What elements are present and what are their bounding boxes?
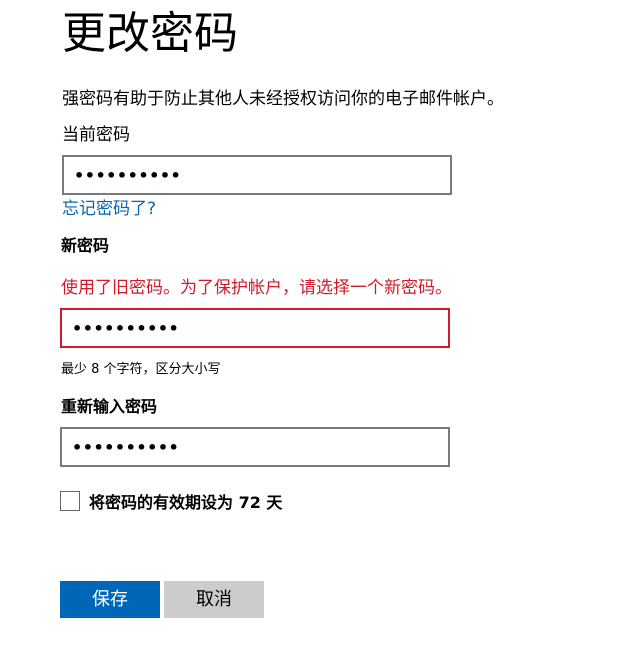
expiry-checkbox-label[interactable]: 将密码的有效期设为 72 天 xyxy=(89,492,282,514)
save-button[interactable]: 保存 xyxy=(60,581,160,618)
forgot-password-link[interactable]: 忘记密码了? xyxy=(62,197,156,221)
cancel-button[interactable]: 取消 xyxy=(164,581,264,618)
password-requirements-hint: 最少 8 个字符，区分大小写 xyxy=(61,362,221,377)
intro-text: 强密码有助于防止其他人未经授权访问你的电子邮件帐户。 xyxy=(62,89,504,109)
current-password-field[interactable] xyxy=(62,155,452,195)
page-title: 更改密码 xyxy=(62,8,238,59)
current-password-label: 当前密码 xyxy=(62,125,130,145)
expiry-checkbox[interactable] xyxy=(60,491,80,511)
reenter-password-field[interactable] xyxy=(60,427,450,467)
new-password-error: 使用了旧密码。为了保护帐户，请选择一个新密码。 xyxy=(61,278,452,298)
new-password-label: 新密码 xyxy=(61,236,110,255)
reenter-password-label: 重新输入密码 xyxy=(61,397,158,416)
new-password-field[interactable] xyxy=(60,308,450,348)
